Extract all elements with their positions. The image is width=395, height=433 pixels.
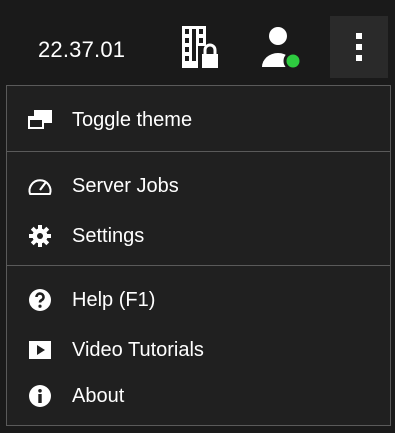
top-toolbar: 22.37.01 xyxy=(0,0,395,80)
menu-item-settings[interactable]: Settings xyxy=(7,214,390,258)
toggle-theme-icon xyxy=(27,107,53,133)
film-lock-button[interactable] xyxy=(170,18,230,76)
menu-item-label: Settings xyxy=(72,224,145,247)
menu-item-label: Server Jobs xyxy=(72,174,179,197)
more-vertical-icon xyxy=(356,33,362,61)
film-lock-icon xyxy=(182,26,222,72)
menu-item-about[interactable]: About xyxy=(7,374,390,418)
menu-item-help[interactable]: Help (F1) xyxy=(7,278,390,322)
gauge-icon xyxy=(27,173,53,199)
menu-item-video-tutorials[interactable]: Video Tutorials xyxy=(7,328,390,372)
info-icon xyxy=(27,383,53,409)
user-status-icon xyxy=(262,27,303,71)
menu-item-toggle-theme[interactable]: Toggle theme xyxy=(7,98,390,142)
more-options-button[interactable] xyxy=(330,16,388,78)
gear-icon xyxy=(27,223,53,249)
menu-item-label: Help (F1) xyxy=(72,288,156,311)
dropdown-menu: Toggle theme Server Jobs Settings Help (… xyxy=(6,85,391,426)
menu-item-label: About xyxy=(72,384,125,407)
menu-item-server-jobs[interactable]: Server Jobs xyxy=(7,164,390,208)
play-icon xyxy=(27,337,53,363)
menu-divider xyxy=(7,151,390,152)
menu-item-label: Video Tutorials xyxy=(72,338,204,361)
help-icon xyxy=(27,287,53,313)
menu-item-label: Toggle theme xyxy=(72,108,193,131)
user-status-button[interactable] xyxy=(252,18,312,76)
menu-divider xyxy=(7,265,390,266)
clock-display: 22.37.01 xyxy=(38,37,126,62)
